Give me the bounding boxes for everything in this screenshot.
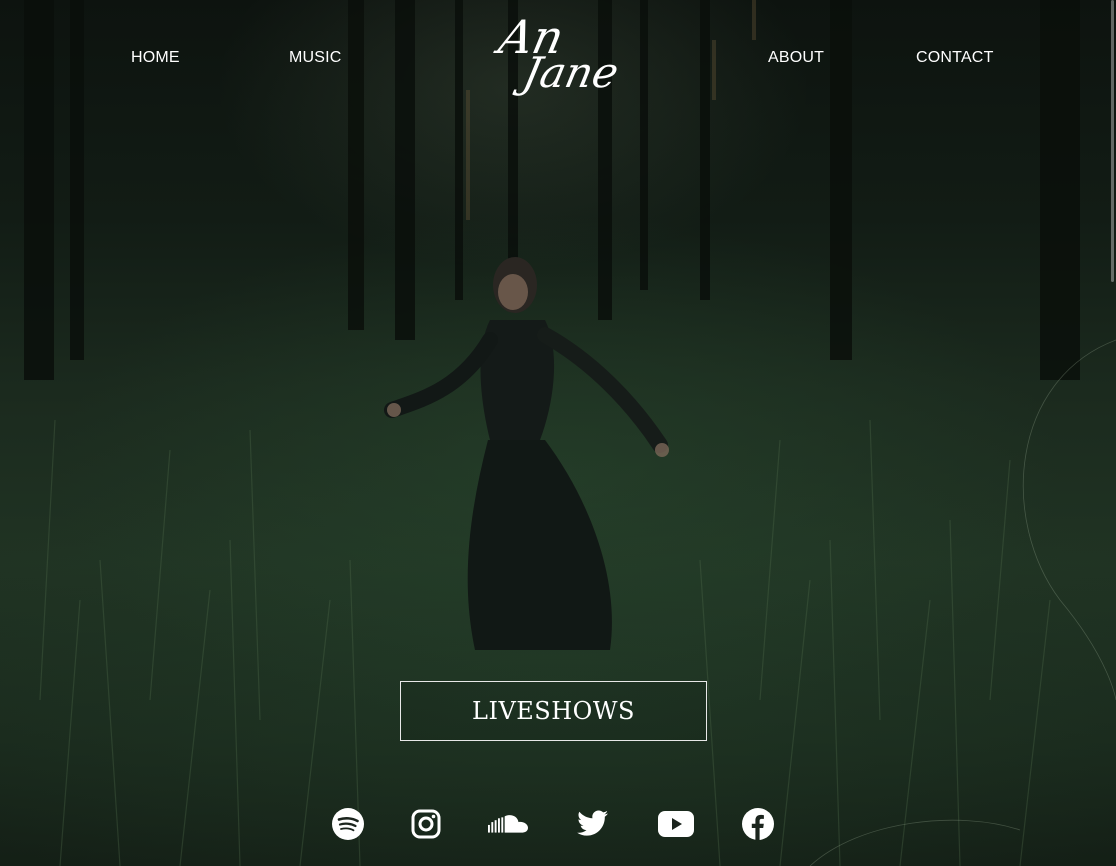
logo-line-2: Jane: [518, 48, 624, 97]
scrollbar[interactable]: [1111, 0, 1114, 282]
nav-home-link[interactable]: HOME: [131, 48, 180, 68]
youtube-icon[interactable]: [656, 806, 696, 842]
soundcloud-icon[interactable]: [488, 806, 528, 842]
instagram-icon[interactable]: [406, 806, 446, 842]
social-links: [0, 806, 1116, 846]
facebook-icon[interactable]: [738, 806, 778, 842]
spotify-icon[interactable]: [328, 806, 368, 842]
twitter-icon[interactable]: [573, 806, 613, 842]
nav-music-link[interactable]: MUSIC: [289, 48, 342, 68]
nav-contact-link[interactable]: CONTACT: [916, 48, 994, 68]
liveshows-button[interactable]: LIVESHOWS: [400, 681, 707, 741]
nav-about-link[interactable]: ABOUT: [768, 48, 824, 68]
dancer-figure: [384, 257, 669, 650]
site-logo[interactable]: An Jane: [486, 8, 626, 108]
